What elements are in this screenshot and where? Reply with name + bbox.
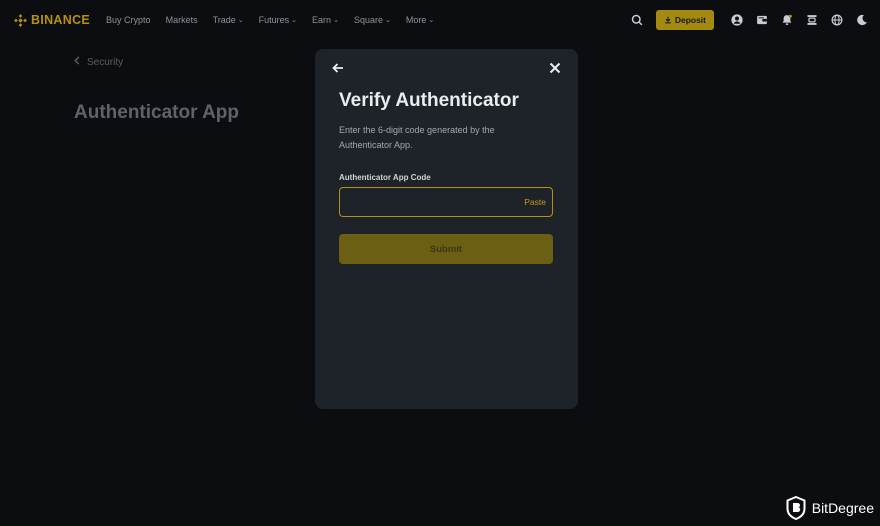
nav-item-label: Buy Crypto bbox=[106, 15, 151, 25]
chevron-down-icon: ⌄ bbox=[237, 17, 244, 24]
moon-icon[interactable] bbox=[855, 13, 869, 27]
submit-button[interactable]: Submit bbox=[339, 234, 553, 264]
nav-item-futures[interactable]: Futures ⌄ bbox=[259, 15, 297, 25]
brand-name: BINANCE bbox=[31, 13, 91, 27]
nav-item-label: Markets bbox=[165, 15, 198, 25]
modal-description: Enter the 6-digit code generated by the … bbox=[339, 125, 495, 150]
globe-icon[interactable] bbox=[830, 13, 844, 27]
deposit-button[interactable]: Deposit bbox=[655, 10, 714, 30]
nav-item-trade[interactable]: Trade ⌄ bbox=[213, 15, 244, 25]
page-title: Authenticator App bbox=[74, 102, 240, 123]
breadcrumb-label: Security bbox=[87, 56, 124, 68]
nav-item-markets[interactable]: Markets bbox=[166, 15, 198, 25]
download-arrow-icon bbox=[665, 16, 671, 24]
chevron-down-icon: ⌄ bbox=[384, 17, 391, 24]
nav-item-buy-crypto[interactable]: Buy Crypto bbox=[106, 15, 151, 25]
nav-item-label: Earn bbox=[312, 15, 332, 25]
wallet-icon[interactable] bbox=[755, 13, 769, 27]
binance-logo[interactable]: BINANCE bbox=[14, 13, 90, 27]
chevron-down-icon: ⌄ bbox=[291, 17, 298, 24]
chevron-down-icon: ⌄ bbox=[428, 17, 435, 24]
bell-icon[interactable] bbox=[780, 13, 794, 27]
nav-item-label: Futures bbox=[258, 15, 290, 25]
toolbar: Deposit bbox=[625, 0, 874, 40]
verify-authenticator-modal: Verify Authenticator Enter the 6-digit c… bbox=[315, 49, 578, 409]
close-icon[interactable] bbox=[548, 61, 562, 75]
top-navigation: BINANCE Buy Crypto Markets Trade ⌄ Futur… bbox=[0, 0, 880, 40]
binance-logo-icon bbox=[14, 13, 27, 27]
nav-item-label: Square bbox=[353, 15, 383, 25]
authenticator-code-input[interactable] bbox=[348, 194, 508, 212]
bitdegree-logo-icon bbox=[786, 496, 806, 520]
bitdegree-watermark: BitDegree bbox=[786, 496, 874, 520]
code-input-wrapper: Paste bbox=[339, 187, 553, 217]
search-icon[interactable] bbox=[630, 13, 644, 27]
nav-item-square[interactable]: Square ⌄ bbox=[354, 15, 391, 25]
breadcrumb[interactable]: Security bbox=[74, 56, 123, 68]
nav-item-earn[interactable]: Earn ⌄ bbox=[312, 15, 339, 25]
nav-item-label: Trade bbox=[212, 15, 236, 25]
code-field-label: Authenticator App Code bbox=[339, 173, 431, 182]
nav-item-more[interactable]: More ⌄ bbox=[406, 15, 434, 25]
paste-button[interactable]: Paste bbox=[524, 197, 546, 207]
modal-title: Verify Authenticator bbox=[339, 90, 519, 111]
chevron-left-icon bbox=[74, 56, 80, 68]
download-icon[interactable] bbox=[805, 13, 819, 27]
nav-item-label: More bbox=[405, 15, 427, 25]
back-arrow-icon[interactable] bbox=[331, 61, 345, 75]
profile-icon[interactable] bbox=[730, 13, 744, 27]
watermark-text: BitDegree bbox=[811, 500, 874, 516]
deposit-label: Deposit bbox=[674, 15, 706, 25]
chevron-down-icon: ⌄ bbox=[333, 17, 339, 24]
